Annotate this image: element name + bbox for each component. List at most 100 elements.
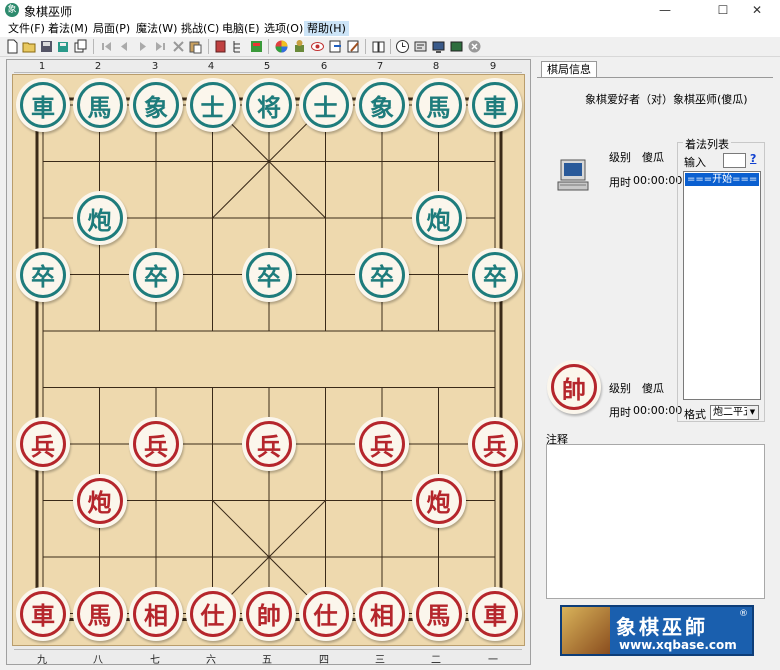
calculator-icon[interactable] xyxy=(249,39,264,54)
black-piece[interactable]: 象 xyxy=(355,78,409,132)
delete-icon[interactable] xyxy=(171,39,186,54)
black-piece[interactable]: 士 xyxy=(298,78,353,132)
black-piece[interactable]: 馬 xyxy=(72,78,127,132)
file-number-bottom: 五 xyxy=(262,655,272,666)
red-piece[interactable]: 炮 xyxy=(72,473,127,528)
first-move-icon[interactable] xyxy=(99,39,114,54)
menu-file[interactable]: 文件(F) xyxy=(5,21,48,36)
piece-char: 馬 xyxy=(426,93,451,122)
chevron-down-icon: ▼ xyxy=(747,406,758,419)
red-piece[interactable]: 馬 xyxy=(72,586,127,641)
manual-icon[interactable] xyxy=(371,39,386,54)
file-number-top: 7 xyxy=(376,61,384,72)
black-piece[interactable]: 将 xyxy=(242,78,296,132)
piece-char: 象 xyxy=(370,93,394,122)
black-piece[interactable]: 車 xyxy=(16,78,70,132)
menu-magic[interactable]: 魔法(W) xyxy=(133,21,180,36)
menu-computer[interactable]: 电脑(E) xyxy=(219,21,263,36)
red-piece[interactable]: 兵 xyxy=(355,417,409,471)
black-piece[interactable]: 車 xyxy=(468,78,522,132)
black-piece[interactable]: 炮 xyxy=(72,191,127,245)
menu-challenge[interactable]: 挑战(C) xyxy=(178,21,222,36)
minimize-button[interactable]: — xyxy=(642,0,688,20)
move-help-link[interactable]: ? xyxy=(750,152,756,165)
toolbar xyxy=(0,37,780,57)
black-piece[interactable]: 馬 xyxy=(411,78,466,132)
logo-registered-mark: ® xyxy=(739,609,748,619)
color-wheel-icon[interactable] xyxy=(274,39,289,54)
red-piece[interactable]: 仕 xyxy=(185,586,240,641)
piece-char: 馬 xyxy=(426,602,451,630)
red-piece[interactable]: 馬 xyxy=(411,586,466,641)
window-title: 象棋巫师 xyxy=(24,5,73,19)
move-input[interactable] xyxy=(723,153,746,168)
xiangqi-board[interactable]: 車馬象士将士象馬車炮炮卒卒卒卒卒兵兵兵兵兵炮炮車馬相仕帥仕相馬車 xyxy=(12,74,525,646)
toolbar-separator xyxy=(208,39,209,54)
red-piece[interactable]: 兵 xyxy=(468,417,522,471)
new-file-icon[interactable] xyxy=(5,39,20,54)
red-piece[interactable]: 車 xyxy=(16,586,70,641)
settings-icon[interactable] xyxy=(413,39,428,54)
computer-icon xyxy=(555,157,591,193)
piece-char: 帥 xyxy=(257,602,281,630)
tree-icon[interactable] xyxy=(231,39,246,54)
red-piece[interactable]: 相 xyxy=(355,586,409,641)
black-piece[interactable]: 象 xyxy=(129,78,183,132)
move-list[interactable]: ===开始=== xyxy=(683,171,761,400)
logo-url: www.xqbase.com xyxy=(619,638,737,652)
book-icon[interactable] xyxy=(213,39,228,54)
stop-icon[interactable] xyxy=(467,39,482,54)
edit-icon[interactable] xyxy=(346,39,361,54)
menu-position[interactable]: 局面(P) xyxy=(90,21,133,36)
close-button[interactable]: ✕ xyxy=(734,0,780,20)
engine-icon[interactable] xyxy=(292,39,307,54)
black-piece[interactable]: 卒 xyxy=(242,247,296,302)
black-piece[interactable]: 卒 xyxy=(16,247,70,302)
piece-char: 兵 xyxy=(370,432,394,461)
screen-icon[interactable] xyxy=(449,39,464,54)
red-piece[interactable]: 炮 xyxy=(411,473,466,528)
move-list-item[interactable]: ===开始=== xyxy=(685,173,759,186)
black-piece[interactable]: 卒 xyxy=(129,247,183,302)
clock-icon[interactable] xyxy=(395,39,410,54)
red-piece[interactable]: 車 xyxy=(468,586,522,641)
file-number-bottom: 一 xyxy=(488,655,498,666)
black-piece[interactable]: 士 xyxy=(185,78,240,132)
file-number-bottom: 四 xyxy=(319,655,329,666)
red-piece[interactable]: 相 xyxy=(129,586,183,641)
tab-game-info[interactable]: 棋局信息 xyxy=(541,61,597,78)
file-number-top: 9 xyxy=(489,61,497,72)
menu-bar: 文件(F) 着法(M) 局面(P) 魔法(W) 挑战(C) 电脑(E) 选项(O… xyxy=(0,20,780,37)
menu-options[interactable]: 选项(O) xyxy=(261,21,306,36)
save-icon[interactable] xyxy=(39,39,54,54)
red-piece[interactable]: 帥 xyxy=(242,586,296,641)
next-move-icon[interactable] xyxy=(135,39,150,54)
format-select[interactable]: 炮二平五 ▼ xyxy=(710,405,759,420)
piece-char: 象 xyxy=(144,93,168,122)
red-piece[interactable]: 仕 xyxy=(298,586,353,641)
notes-textarea[interactable] xyxy=(546,444,765,599)
black-piece[interactable]: 卒 xyxy=(355,247,409,302)
black-piece[interactable]: 炮 xyxy=(411,191,466,245)
piece-char: 卒 xyxy=(31,263,55,291)
xqbase-logo[interactable]: 象棋巫師 ® www.xqbase.com xyxy=(560,605,754,656)
title-bar: 象 象棋巫师 — ☐ ✕ xyxy=(0,0,780,20)
export-icon[interactable] xyxy=(328,39,343,54)
save-as-icon[interactable] xyxy=(56,39,71,54)
piece-char: 兵 xyxy=(144,432,168,461)
open-folder-icon[interactable] xyxy=(22,39,37,54)
eye-icon[interactable] xyxy=(310,39,325,54)
prev-move-icon[interactable] xyxy=(117,39,132,54)
file-number-top: 6 xyxy=(320,61,328,72)
file-number-bottom: 二 xyxy=(431,655,441,666)
black-piece[interactable]: 卒 xyxy=(468,247,522,302)
last-move-icon[interactable] xyxy=(153,39,168,54)
copy-board-icon[interactable] xyxy=(73,39,88,54)
menu-help[interactable]: 帮助(H) xyxy=(304,21,349,36)
red-piece[interactable]: 兵 xyxy=(242,417,296,471)
red-piece[interactable]: 兵 xyxy=(129,417,183,471)
monitor-icon[interactable] xyxy=(431,39,446,54)
paste-icon[interactable] xyxy=(188,39,203,54)
red-piece[interactable]: 兵 xyxy=(16,417,70,471)
menu-moves[interactable]: 着法(M) xyxy=(45,21,91,36)
